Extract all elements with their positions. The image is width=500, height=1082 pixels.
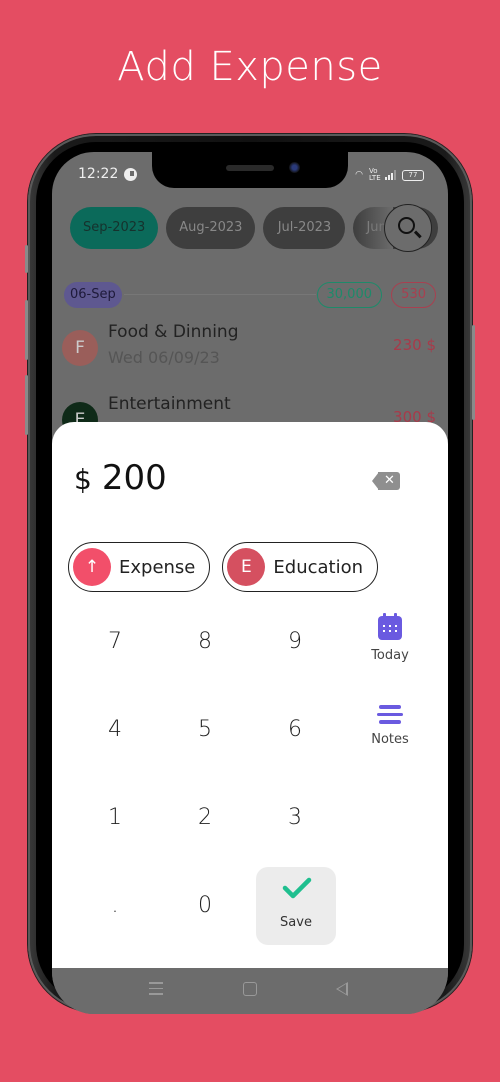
transaction-date: Wed 06/09/23 [108, 348, 220, 367]
category-chip[interactable]: E Education [222, 542, 379, 592]
currency-symbol: $ [74, 463, 92, 496]
volume-down-button [25, 300, 28, 360]
transaction-row[interactable]: F Food & Dinning Wed 06/09/23 230 $ [62, 322, 436, 374]
notes-button[interactable]: Notes [350, 705, 430, 747]
recents-button[interactable] [149, 982, 163, 999]
key-0[interactable]: 0 [160, 862, 250, 950]
system-nav-bar [52, 968, 448, 1014]
save-button[interactable]: Save [256, 867, 336, 945]
home-button[interactable] [243, 982, 257, 996]
backspace-button[interactable]: ✕ [372, 472, 400, 490]
checkmark-icon [282, 877, 312, 899]
add-expense-sheet: $ 200 ✕ ↑ Expense E Education 7 8 9 4 5 … [52, 422, 448, 968]
today-button[interactable]: Today [350, 613, 430, 663]
search-button[interactable] [384, 204, 432, 252]
key-decimal[interactable]: . [70, 862, 160, 950]
key-2[interactable]: 2 [160, 774, 250, 862]
key-4[interactable]: 4 [70, 686, 160, 774]
key-1[interactable]: 1 [70, 774, 160, 862]
volume-extra-button [25, 375, 28, 435]
key-7[interactable]: 7 [70, 598, 160, 686]
tab-month-2[interactable]: Jul-2023 [263, 207, 346, 249]
page-headline: Add Expense [117, 44, 383, 90]
speaker [226, 165, 274, 171]
notes-label: Notes [371, 731, 409, 747]
notes-icon [377, 705, 403, 724]
transaction-amount: 230 $ [393, 336, 436, 354]
date-chip: 06-Sep [64, 282, 122, 308]
power-button [472, 325, 475, 420]
tab-month-1[interactable]: Aug-2023 [166, 207, 256, 249]
tab-month-0[interactable]: Sep-2023 [70, 207, 159, 249]
transaction-type-label: Expense [119, 556, 196, 578]
category-avatar: F [62, 330, 98, 366]
income-total-badge: 30,000 [316, 282, 382, 308]
key-3[interactable]: 3 [250, 774, 340, 862]
save-label: Save [280, 915, 312, 930]
volume-up-button [25, 245, 28, 273]
transaction-title: Food & Dinning [108, 322, 239, 342]
key-9[interactable]: 9 [250, 598, 340, 686]
key-8[interactable]: 8 [160, 598, 250, 686]
amount-value: 200 [101, 458, 167, 498]
notch [152, 152, 348, 188]
expense-total-badge: 530 [391, 282, 436, 308]
key-5[interactable]: 5 [160, 686, 250, 774]
amount-display: $ 200 [74, 458, 167, 498]
transaction-type-chip[interactable]: ↑ Expense [68, 542, 211, 592]
category-label: Education [273, 556, 364, 578]
arrow-up-icon: ↑ [73, 548, 111, 586]
category-initial: E [227, 548, 266, 586]
today-label: Today [371, 648, 409, 663]
back-button[interactable] [336, 982, 348, 996]
day-group-header: 06-Sep 30,000 530 [64, 282, 436, 308]
phone-screen: 12:22 ◠ Vo LTE 77 Sep-2023 Aug-2023 Jul-… [52, 152, 448, 1014]
front-camera [289, 162, 300, 173]
transaction-title: Entertainment [108, 394, 231, 414]
calendar-icon [378, 613, 402, 640]
key-6[interactable]: 6 [250, 686, 340, 774]
